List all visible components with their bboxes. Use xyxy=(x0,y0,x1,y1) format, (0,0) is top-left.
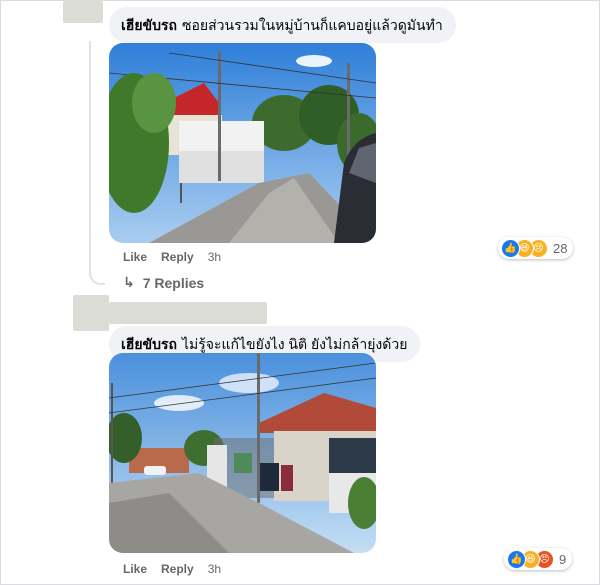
comment-photo[interactable] xyxy=(109,353,376,553)
street-photo-image xyxy=(109,353,376,553)
reply-button[interactable]: Reply xyxy=(161,562,194,576)
reply-arrow-icon: ↳ xyxy=(123,274,135,290)
comment-text: ซอยส่วนรวมในหมู่บ้านก็แคบอยู่แล้วดูมันทำ xyxy=(182,17,443,33)
name-redacted xyxy=(109,302,267,324)
street-photo-image xyxy=(109,43,376,243)
thread-connector xyxy=(89,267,105,285)
like-button[interactable]: Like xyxy=(123,250,147,264)
avatar-redacted xyxy=(63,1,103,23)
like-button[interactable]: Like xyxy=(123,562,147,576)
comment-thread: เฮียขับรถ ซอยส่วนรวมในหมู่บ้านก็แคบอยู่แล… xyxy=(0,0,600,585)
reaction-summary[interactable]: 👍 😆 😢 28 xyxy=(498,237,574,259)
comment-photo[interactable] xyxy=(109,43,376,243)
reaction-summary[interactable]: 👍 😆 😠 9 xyxy=(504,548,573,570)
like-icon: 👍 xyxy=(507,549,526,569)
reaction-count: 9 xyxy=(559,551,567,567)
reply-button[interactable]: Reply xyxy=(161,250,194,264)
comment-author[interactable]: เฮียขับรถ xyxy=(121,336,177,352)
avatar-redacted xyxy=(73,295,109,331)
comment-actions: Like Reply 3h xyxy=(123,250,221,264)
comment-author[interactable]: เฮียขับรถ xyxy=(121,17,177,33)
like-icon: 👍 xyxy=(501,238,520,258)
view-replies-link[interactable]: ↳ 7 Replies xyxy=(123,274,204,291)
replies-label: 7 Replies xyxy=(142,274,205,291)
comment-timestamp[interactable]: 3h xyxy=(208,250,221,264)
comment-actions: Like Reply 3h xyxy=(123,562,221,576)
comment-bubble: เฮียขับรถ ซอยส่วนรวมในหมู่บ้านก็แคบอยู่แล… xyxy=(109,7,456,43)
thread-line xyxy=(89,41,91,271)
comment-timestamp[interactable]: 3h xyxy=(208,562,221,576)
reaction-count: 28 xyxy=(553,240,568,256)
comment-text: ไม่รู้จะแก้ไขยังไง นิติ ยังไม่กล้ายุ่งด้… xyxy=(182,336,408,352)
